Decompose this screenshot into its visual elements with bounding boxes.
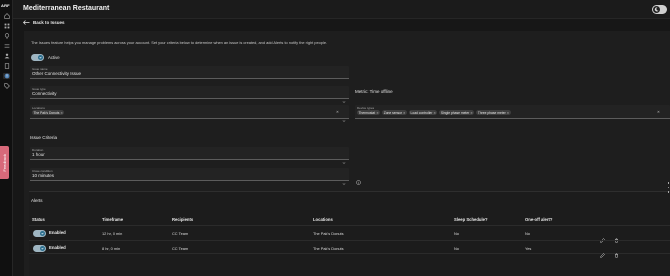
page-header: Mediterranean Restaurant: [13, 0, 670, 19]
device-chip[interactable]: Single phase meter ✕: [439, 110, 475, 115]
active-toggle[interactable]: [31, 54, 44, 61]
device-chip[interactable]: Thermostat ✕: [357, 110, 381, 115]
alerts-section: Alerts Status Timeframe Recipients Locat…: [29, 191, 670, 276]
column-header-timeframe: Timeframe: [102, 217, 124, 222]
timeframe-cell: 8 hr, 0 min: [102, 246, 121, 251]
device-chip[interactable]: Three phase meter ✕: [476, 110, 511, 115]
chip-remove-icon[interactable]: ✕: [507, 111, 510, 115]
scroll-indicator[interactable]: [667, 182, 669, 193]
info-icon[interactable]: [356, 172, 361, 185]
chip-remove-icon[interactable]: ✕: [60, 111, 63, 115]
alert-enabled-toggle[interactable]: [33, 245, 46, 252]
recipients-cell: CC Team: [172, 246, 189, 251]
trash-icon[interactable]: [614, 245, 619, 258]
feedback-tab[interactable]: Feedback: [0, 146, 9, 179]
issue-name-field[interactable]: Issue name Other Connectivity Issue: [30, 66, 349, 79]
sleep-schedule-cell: No: [454, 246, 459, 251]
back-to-issues-link[interactable]: Back to Issues: [23, 20, 65, 25]
clear-icon[interactable]: ✕: [336, 110, 339, 114]
check-icon: [40, 231, 45, 236]
chevron-down-icon: [342, 173, 346, 186]
locations-cell: The Pak's Donuts: [313, 231, 344, 236]
chip-label: Zone sensor: [383, 110, 403, 115]
status-label: Enabled: [49, 230, 66, 235]
back-label: Back to Issues: [33, 20, 65, 25]
theme-toggle[interactable]: [652, 5, 667, 14]
page-description: The Issues feature helps you manage prob…: [31, 40, 328, 45]
chip-remove-icon[interactable]: ✕: [470, 111, 473, 115]
location-icon[interactable]: [3, 33, 10, 39]
arrow-left-icon: [23, 20, 30, 25]
chevron-down-icon: [342, 152, 346, 165]
close-condition-select[interactable]: Close condition 10 minutes: [30, 168, 349, 186]
edit-icon[interactable]: [600, 245, 605, 258]
issue-name-value: Other Connectivity Issue: [32, 71, 82, 76]
issue-criteria-title: Issue Criteria: [30, 135, 58, 140]
check-icon: [40, 246, 45, 251]
device-chip[interactable]: Load controller ✕: [409, 110, 438, 115]
chevron-down-icon: [342, 110, 346, 123]
issue-form-panel: The Issues feature helps you manage prob…: [24, 31, 670, 276]
locations-chips: The Pak's Donuts ✕: [32, 110, 65, 115]
recipients-cell: CC Team: [172, 231, 189, 236]
chip-label: Single phase meter: [440, 110, 470, 115]
one-off-cell: No: [525, 231, 530, 236]
chip-label: Three phase meter: [477, 110, 506, 115]
trash-icon[interactable]: [614, 230, 619, 243]
chip-remove-icon[interactable]: ✕: [403, 111, 406, 115]
edit-icon[interactable]: [600, 230, 605, 243]
device-chip[interactable]: Zone sensor ✕: [382, 110, 408, 115]
chip-label: Thermostat: [358, 110, 376, 115]
duration-value: 1 hour: [32, 152, 45, 157]
alert-enabled-toggle[interactable]: [33, 230, 46, 237]
feedback-label: Feedback: [2, 153, 7, 172]
chevron-down-icon: [342, 91, 346, 104]
check-icon: [38, 55, 43, 60]
device-types-select[interactable]: Device types Thermostat ✕ Zone sensor ✕ Lo…: [355, 105, 670, 119]
document-icon[interactable]: [3, 63, 10, 69]
metric-label: Metric: Time offline: [355, 89, 393, 94]
home-icon[interactable]: [3, 13, 10, 19]
chip-remove-icon[interactable]: ✕: [433, 111, 436, 115]
timeframe-cell: 12 hr, 0 min: [102, 231, 123, 236]
clear-icon[interactable]: ✕: [657, 110, 660, 114]
side-rail: ARF: [0, 0, 13, 276]
active-label: Active: [48, 55, 60, 60]
column-header-sleep-schedule: Sleep Schedule?: [454, 217, 488, 222]
user-icon[interactable]: [3, 53, 10, 59]
one-off-cell: Yes: [525, 246, 532, 251]
locations-cell: The Pak's Donuts: [313, 246, 344, 251]
device-type-chips: Thermostat ✕ Zone sensor ✕ Load controller…: [357, 110, 511, 115]
issue-type-select[interactable]: Issue type Connectivity: [30, 86, 349, 104]
chip-label: The Pak's Donuts: [33, 110, 60, 115]
alert-icon[interactable]: [3, 73, 10, 79]
moon-icon: [653, 6, 660, 13]
column-header-one-off: One-off alert?: [525, 217, 553, 222]
chip-label: Load controller: [410, 110, 433, 115]
tune-icon[interactable]: [3, 43, 10, 49]
app-logo: ARF: [1, 3, 10, 8]
app-root: ARF Feedback Mediterranean Restaurant Ba…: [0, 0, 670, 276]
tag-icon[interactable]: [3, 83, 10, 89]
sleep-schedule-cell: No: [454, 231, 459, 236]
grid-icon[interactable]: [3, 23, 10, 29]
locations-select[interactable]: Locations The Pak's Donuts ✕ ✕: [30, 105, 349, 123]
chip-remove-icon[interactable]: ✕: [376, 111, 379, 115]
location-chip[interactable]: The Pak's Donuts ✕: [32, 110, 65, 115]
table-row[interactable]: Enabled 12 hr, 0 min CC Team The Pak's D…: [29, 225, 670, 243]
alerts-title: Alerts: [31, 198, 43, 203]
close-condition-value: 10 minutes: [32, 173, 55, 178]
column-header-locations: Locations: [313, 217, 333, 222]
page-title: Mediterranean Restaurant: [23, 5, 110, 12]
column-header-recipients: Recipients: [172, 217, 194, 222]
table-row[interactable]: Enabled 8 hr, 0 min CC Team The Pak's Do…: [29, 240, 670, 258]
duration-select[interactable]: Duration 1 hour: [30, 147, 349, 165]
column-header-status: Status: [32, 217, 45, 222]
issue-type-value: Connectivity: [32, 91, 57, 96]
status-label: Enabled: [49, 245, 66, 250]
